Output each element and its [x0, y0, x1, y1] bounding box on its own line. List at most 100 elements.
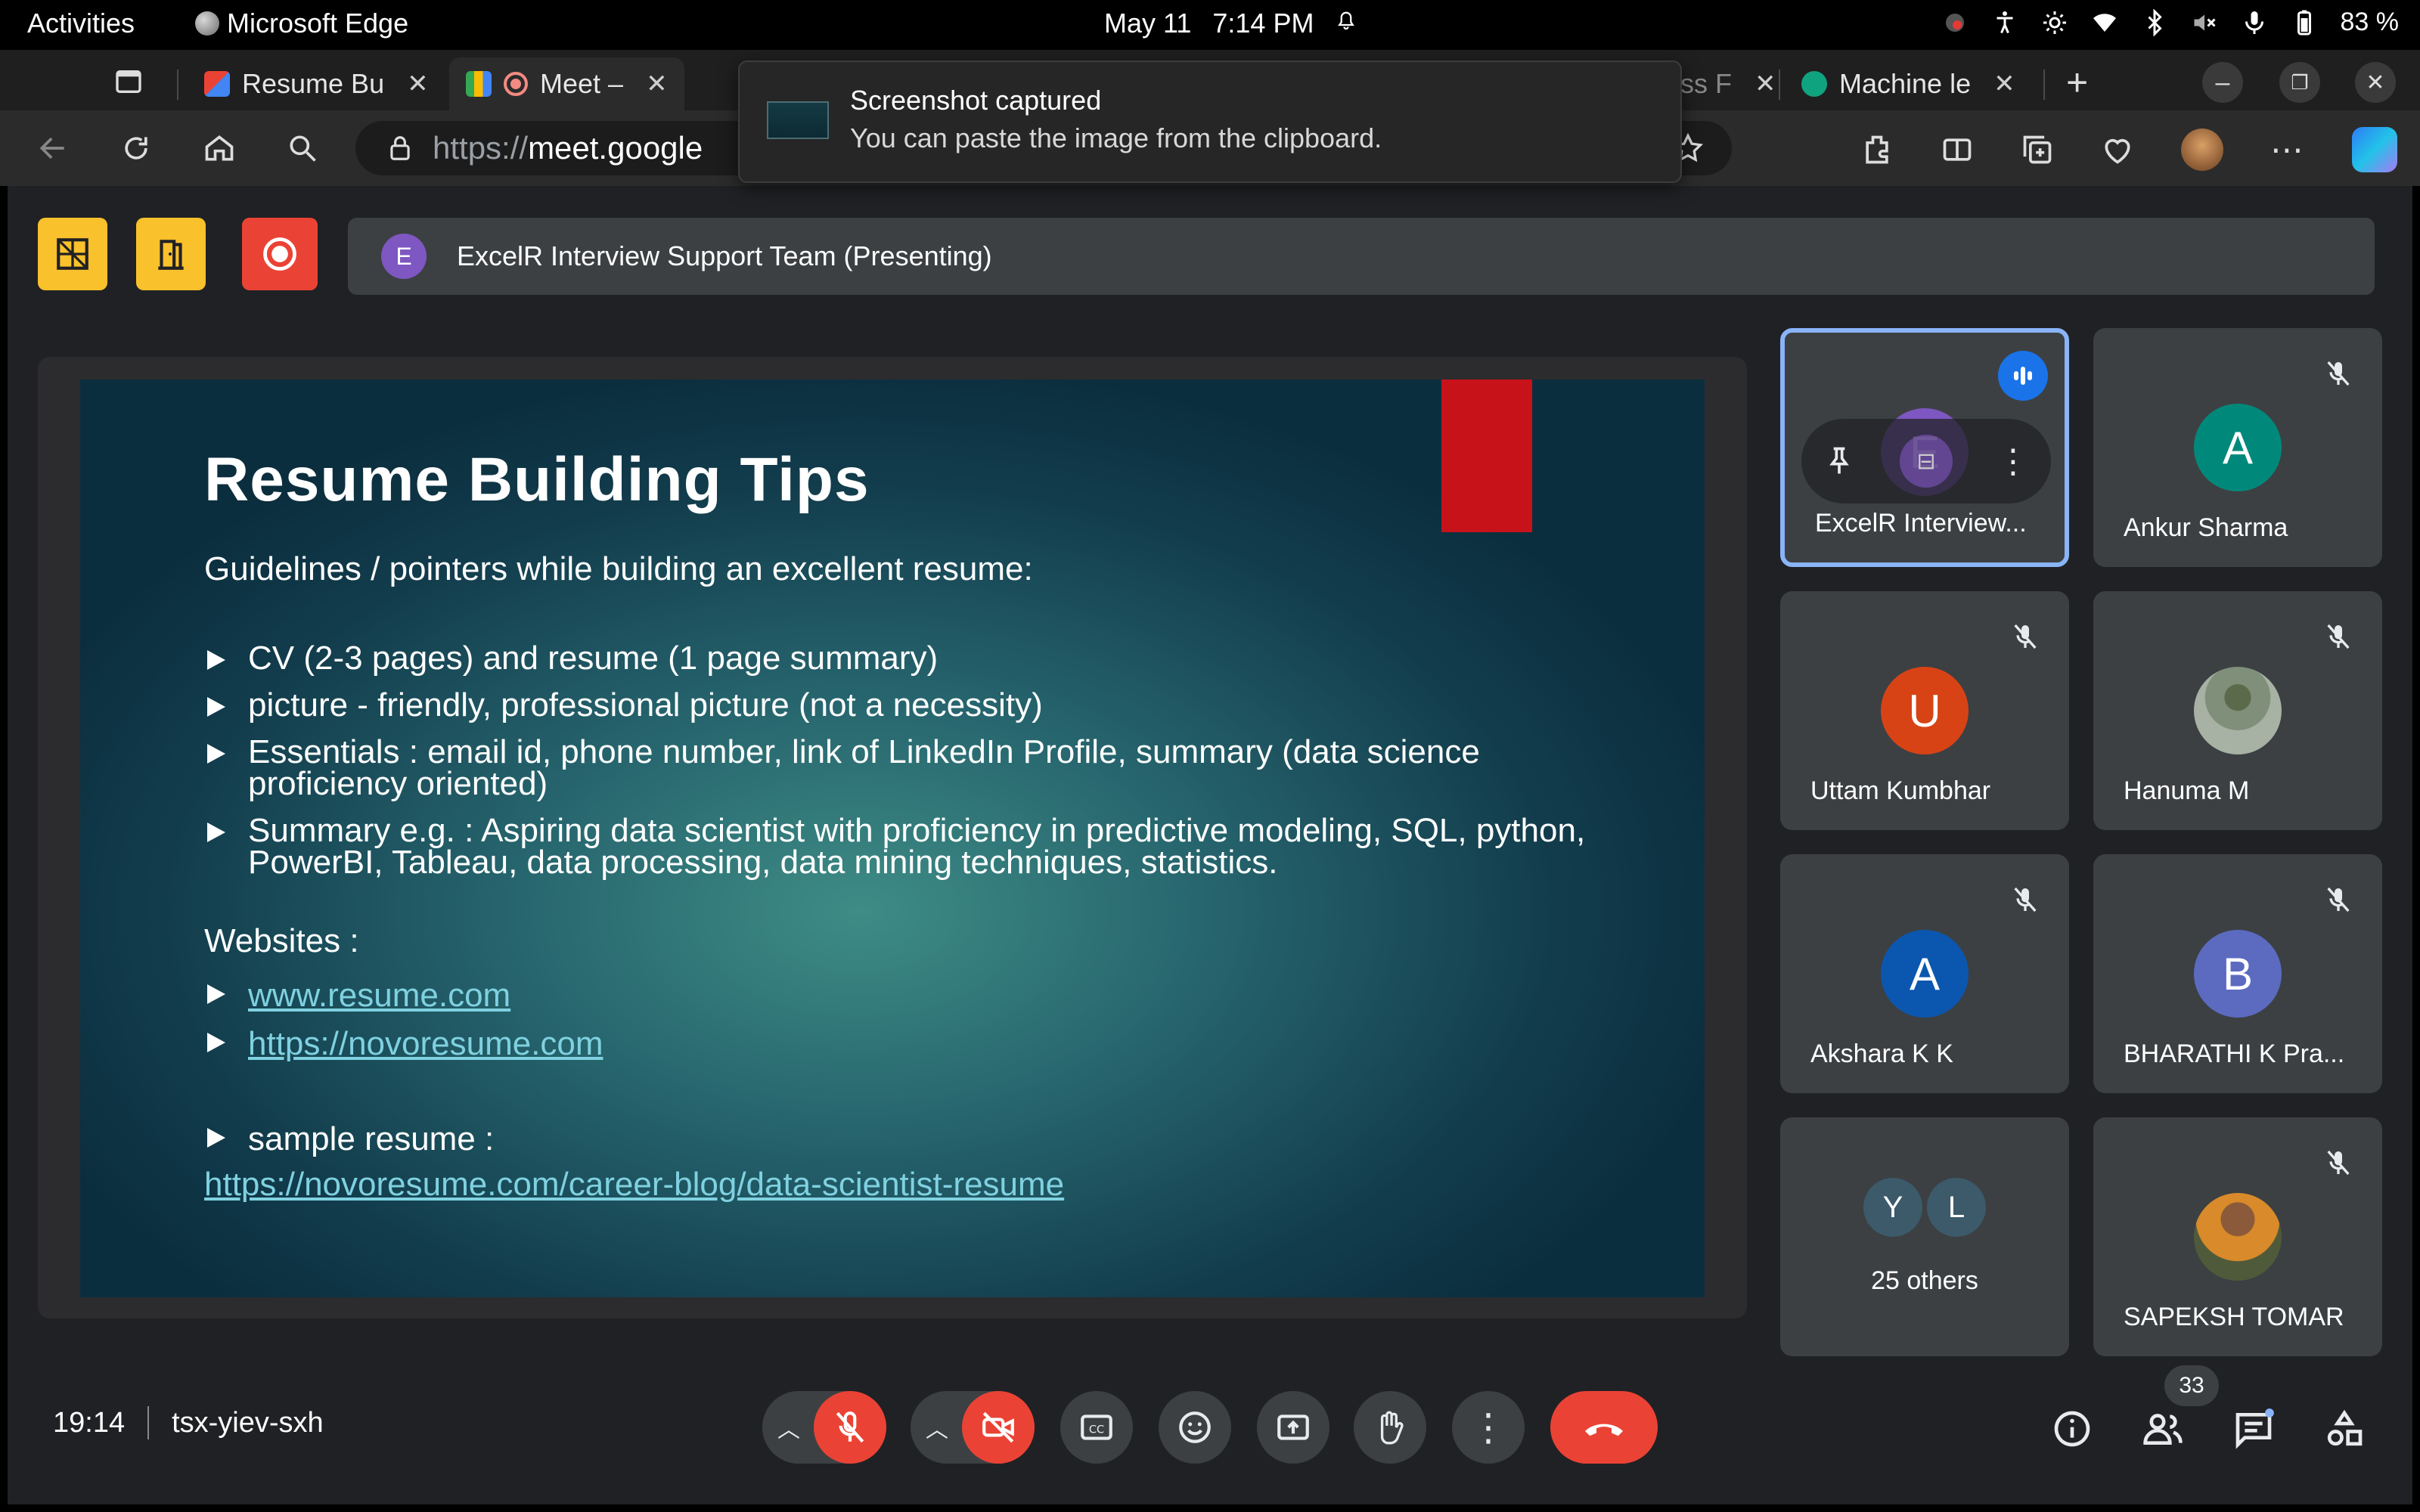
presenting-banner[interactable]: E ExcelR Interview Support Team (Present…: [348, 218, 2375, 295]
system-top-bar: Activities Microsoft Edge May 11 7:14 PM…: [0, 0, 2420, 50]
mic-off-icon: [2327, 1150, 2350, 1176]
more-options-button[interactable]: ⋮: [1452, 1391, 1525, 1464]
others-tile[interactable]: Y L 25 others: [1780, 1117, 2069, 1356]
camera-off-icon: [982, 1411, 1014, 1443]
participant-tile[interactable]: A Ankur Sharma: [2093, 328, 2382, 567]
close-tab-icon[interactable]: ✕: [646, 69, 668, 99]
meet-page: E ExcelR Interview Support Team (Present…: [8, 186, 2412, 1504]
shared-screen[interactable]: Resume Building Tips Guidelines / pointe…: [38, 357, 1747, 1318]
hang-up-icon: [1585, 1424, 1623, 1436]
reload-button[interactable]: [116, 129, 156, 168]
screen-record-icon[interactable]: [1941, 9, 1969, 36]
tab-meet[interactable]: Meet – ✕: [449, 57, 684, 110]
mic-off-icon: [2327, 887, 2350, 912]
participant-tile[interactable]: SAPEKSH TOMAR: [2093, 1117, 2382, 1356]
more-vert-icon: ⋮: [1469, 1406, 1507, 1448]
slide-bullet: Essentials : email id, phone number, lin…: [204, 736, 1596, 801]
participant-tile[interactable]: B BHARATHI K Pra...: [2093, 854, 2382, 1093]
brightness-icon[interactable]: [2041, 9, 2068, 36]
present-now-button[interactable]: [1257, 1391, 1329, 1464]
close-window-button[interactable]: ✕: [2355, 62, 2396, 103]
microphone-icon[interactable]: [2241, 9, 2268, 36]
toolbar-icons: ⋯: [1860, 127, 2397, 172]
edge-icon: [195, 11, 219, 36]
tab-chatgpt[interactable]: Machine le ✕: [1785, 57, 2032, 110]
people-icon: [2143, 1414, 2183, 1445]
leave-call-button[interactable]: [1550, 1391, 1658, 1464]
remove-from-view-icon[interactable]: ⊟: [1900, 435, 1953, 488]
restore-button[interactable]: ❐: [2279, 62, 2320, 103]
tab-actions-icon[interactable]: [113, 67, 144, 101]
reactions-button[interactable]: [1159, 1391, 1231, 1464]
microphone-toggle-button[interactable]: [814, 1391, 886, 1464]
tab-gmail[interactable]: Resume Bu ✕: [188, 57, 445, 110]
captions-button[interactable]: CC: [1060, 1391, 1133, 1464]
chat-button[interactable]: [2229, 1405, 2278, 1453]
close-tab-icon[interactable]: ✕: [1754, 69, 1776, 99]
system-tray[interactable]: 83 %: [1941, 8, 2399, 37]
camera-toggle-button[interactable]: [962, 1391, 1035, 1464]
tab-other[interactable]: ss F ✕: [1664, 57, 1793, 110]
battery-icon[interactable]: [2291, 9, 2318, 36]
meeting-room-button[interactable]: [136, 218, 206, 290]
meeting-code: tsx-yiev-sxh: [172, 1406, 324, 1439]
collections-icon[interactable]: [2021, 133, 2054, 166]
participant-tile[interactable]: U Uttam Kumbhar: [1780, 591, 2069, 830]
more-options-icon[interactable]: ⋮: [1996, 442, 2030, 481]
extensions-icon[interactable]: [1860, 133, 1894, 166]
minimize-button[interactable]: –: [2202, 62, 2243, 103]
recording-indicator[interactable]: [242, 218, 318, 290]
search-button[interactable]: [283, 129, 322, 168]
new-tab-button[interactable]: +: [2066, 60, 2088, 104]
shapes-icon: [2327, 1409, 2363, 1446]
volume-muted-icon[interactable]: [2191, 9, 2218, 36]
emoji-icon: [1179, 1411, 1211, 1443]
website-link[interactable]: https://novoresume.com: [248, 1025, 603, 1062]
screenshot-thumbnail: [767, 101, 829, 139]
tab-label: Machine le: [1839, 68, 1972, 99]
video-control-group: ︿: [911, 1391, 1035, 1464]
lock-icon[interactable]: [386, 134, 414, 163]
profile-avatar[interactable]: [2181, 129, 2223, 171]
more-menu-icon[interactable]: ⋯: [2270, 131, 2305, 169]
copilot-icon[interactable]: [2352, 127, 2397, 172]
participant-tile[interactable]: A Akshara K K: [1780, 854, 2069, 1093]
no-recording-notice-button[interactable]: [38, 218, 107, 290]
pin-icon[interactable]: [1823, 445, 1856, 478]
home-button[interactable]: [200, 129, 239, 168]
app-menu[interactable]: Microsoft Edge: [195, 8, 408, 39]
website-link[interactable]: www.resume.com: [248, 977, 510, 1014]
split-screen-icon[interactable]: [1941, 133, 1974, 166]
activities-button[interactable]: Activities: [27, 8, 135, 39]
svg-text:CC: CC: [1089, 1423, 1104, 1436]
people-button[interactable]: [2139, 1405, 2187, 1453]
mic-off-icon: [2014, 624, 2037, 649]
participant-tile[interactable]: E ⊟ ⋮ ExcelR Interview...: [1780, 328, 2069, 567]
participant-tile[interactable]: Hanuma M: [2093, 591, 2382, 830]
activities-button[interactable]: [2320, 1405, 2369, 1453]
presenter-avatar: E: [381, 234, 427, 279]
accessibility-icon[interactable]: [1991, 9, 2018, 36]
presenter-label: ExcelR Interview Support Team (Presentin…: [457, 240, 992, 271]
mic-off-icon: [836, 1411, 864, 1443]
meeting-info-button[interactable]: [2048, 1405, 2096, 1453]
others-avatars: Y L: [1863, 1178, 1986, 1237]
bluetooth-icon[interactable]: [2141, 8, 2168, 36]
participant-name: Uttam Kumbhar: [1810, 776, 1991, 805]
wifi-icon[interactable]: [2091, 9, 2118, 36]
raise-hand-button[interactable]: [1354, 1391, 1426, 1464]
close-tab-icon[interactable]: ✕: [1993, 69, 2015, 99]
website-list: www.resume.com https://novoresume.com: [204, 977, 603, 1074]
back-button[interactable]: [33, 129, 73, 168]
tab-separator: [2043, 70, 2045, 100]
video-options-chevron-icon[interactable]: ︿: [926, 1411, 948, 1444]
browser-essentials-icon[interactable]: [2101, 133, 2134, 166]
recording-dot-icon: [504, 72, 528, 96]
sample-resume-link[interactable]: https://novoresume.com/career-blog/data-…: [204, 1166, 1064, 1204]
participant-avatar: L: [1927, 1178, 1986, 1237]
audio-options-chevron-icon[interactable]: ︿: [777, 1411, 800, 1444]
screenshot-notification[interactable]: Screenshot captured You can paste the im…: [738, 60, 1682, 183]
clock[interactable]: May 11 7:14 PM: [1104, 8, 1357, 39]
hide-tiles-icon: [57, 238, 88, 270]
close-tab-icon[interactable]: ✕: [407, 69, 429, 99]
